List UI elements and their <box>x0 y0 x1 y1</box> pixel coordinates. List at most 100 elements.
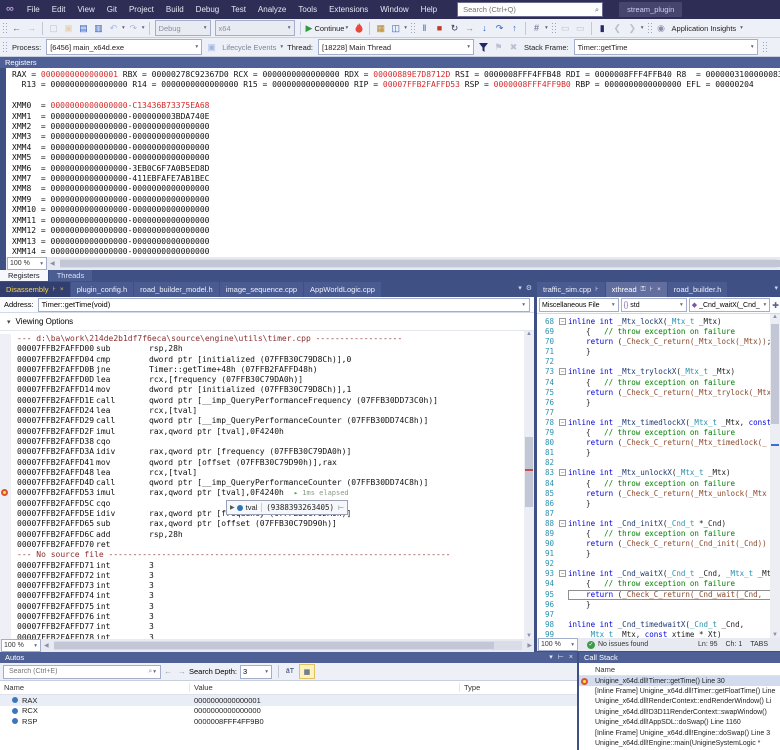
breakpoint-margin[interactable] <box>0 570 11 582</box>
breakpoint-window-icon[interactable]: ▦ <box>374 21 387 36</box>
disassembly-line[interactable]: 00007FFB2FAFFD00 sub rsp,28h <box>0 344 534 355</box>
code-line-87[interactable]: 87 <box>537 509 780 519</box>
collapse-icon[interactable]: − <box>559 368 566 376</box>
disassembly-line[interactable]: 00007FFB2FAFFD78 int 3 <box>0 632 534 639</box>
toolbar-grip[interactable] <box>550 22 556 34</box>
call-stack-header[interactable]: Name <box>579 663 780 676</box>
fold-margin[interactable] <box>557 378 568 388</box>
breakpoint-margin[interactable] <box>0 601 11 613</box>
disassembly-hscrollbar[interactable] <box>53 641 523 650</box>
code-line-93[interactable]: 93− inline int _Cnd_waitX(_Cnd_t _Cnd, _M… <box>537 569 780 579</box>
solution-config-dropdown[interactable]: Debug ▾ <box>154 20 211 36</box>
search-forward-icon[interactable]: → <box>178 667 186 676</box>
branch-indicator[interactable]: stream_plugin <box>619 2 683 17</box>
breakpoint-margin[interactable] <box>0 467 11 479</box>
breakpoint-margin[interactable] <box>0 375 11 386</box>
editor-vscrollbar[interactable]: ▲ ▼ <box>770 314 780 638</box>
perftip-label[interactable]: ▸ 1ms elapsed <box>294 488 349 498</box>
split-window-icon[interactable]: ✚ <box>772 301 779 310</box>
menu-item-window[interactable]: Window <box>374 0 414 19</box>
breakpoint-margin[interactable] <box>0 581 11 592</box>
breakpoint-margin[interactable] <box>0 426 11 437</box>
breakpoint-margin[interactable] <box>0 612 11 623</box>
stop-debugging-icon[interactable]: ■ <box>433 21 446 36</box>
disassembly-line[interactable]: --- d:\ba\work\214de2b1df7f6eca\source\e… <box>0 334 534 345</box>
fold-margin[interactable] <box>557 509 568 519</box>
autos-row-rsp[interactable]: RSP 0000008FFF4FF9B0 <box>0 716 577 727</box>
disassembly-line[interactable]: 00007FFB2FAFFD4D call qword ptr [__imp_Que… <box>0 478 534 489</box>
breakpoint-margin[interactable] <box>0 539 11 551</box>
menu-item-analyze[interactable]: Analyze <box>252 0 292 19</box>
disassembly-line[interactable]: 00007FFB2FAFFD53 imul rax,qword ptr [tval]… <box>0 488 534 499</box>
fold-margin[interactable]: − <box>557 367 568 377</box>
scroll-down-icon[interactable]: ▼ <box>770 632 780 638</box>
code-line-90[interactable]: 90 return (_Check_C_return(_Cnd_init(_Cn… <box>537 539 780 549</box>
process-dropdown[interactable]: [6456] main_x64d.exe ▾ <box>46 39 203 55</box>
autos-row-rcx[interactable]: RCX 0000000000000000 <box>0 706 577 717</box>
fold-margin[interactable]: − <box>557 418 568 428</box>
call-stack-frame-3[interactable]: Unigine_x64d.dll!D3D11RenderContext::swa… <box>579 707 780 717</box>
disassembly-code[interactable]: ▶ tval (9388393263405) ⊢ ▲ ▼ --- d:\ba\w… <box>0 331 534 639</box>
fold-margin[interactable] <box>557 388 568 398</box>
toolbar-grip[interactable] <box>410 22 416 34</box>
collapse-icon[interactable]: − <box>559 519 566 527</box>
collapse-icon[interactable]: − <box>559 418 566 426</box>
disassembly-line[interactable]: 00007FFB2FAFFD38 cqo <box>0 436 534 448</box>
code-line-92[interactable]: 92 <box>537 559 780 569</box>
fold-margin[interactable] <box>557 479 568 489</box>
dropdown-arrow-icon[interactable]: ▾ <box>280 44 283 50</box>
menu-item-file[interactable]: File <box>21 0 46 19</box>
breakpoint-margin[interactable] <box>0 632 11 639</box>
fold-margin[interactable]: − <box>557 519 568 529</box>
step-out-icon[interactable]: ↑ <box>508 21 521 36</box>
code-line-80[interactable]: 80 return (_Check_C_return(_Mtx_timedloc… <box>537 438 780 448</box>
pin-icon[interactable]: ⊦ <box>595 282 598 297</box>
code-line-71[interactable]: 71 } <box>537 347 780 357</box>
expander-icon[interactable]: ▶ <box>230 504 235 511</box>
breakpoint-margin[interactable] <box>0 436 11 448</box>
fold-margin[interactable] <box>557 539 568 549</box>
navigate-back-icon[interactable]: ← <box>10 21 23 36</box>
fold-margin[interactable]: − <box>557 317 568 327</box>
disassembly-line[interactable]: 00007FFB2FAFFD04 cmp dword ptr [initialize… <box>0 354 534 365</box>
fold-margin[interactable] <box>557 458 568 468</box>
address-combo[interactable]: Timer::getTime(void) ▾ <box>37 297 530 312</box>
disassembly-line[interactable]: 00007FFB2FAFFD75 int 3 <box>0 601 534 613</box>
registers-content[interactable]: RAX = 0000000000000001 RBX = 00000278C92… <box>6 68 780 259</box>
code-line-70[interactable]: 70 return (_Check_C_return(_Mtx_lock(_Mt… <box>537 337 780 347</box>
dropdown-arrow-icon[interactable]: ▾ <box>641 25 644 31</box>
pin-icon[interactable]: ⊦ <box>650 282 653 297</box>
breakpoint-margin[interactable] <box>0 509 11 520</box>
autos-search-input[interactable] <box>7 667 149 676</box>
menu-item-test[interactable]: Test <box>225 0 252 19</box>
bookmark-icon[interactable]: ▮ <box>596 21 609 36</box>
disassembly-line[interactable]: 00007FFB2FAFFD29 call qword ptr [__imp_Que… <box>0 416 534 427</box>
code-line-76[interactable]: 76 } <box>537 398 780 408</box>
disassembly-line[interactable]: 00007FFB2FAFFD24 lea rcx,[tval] <box>0 406 534 417</box>
code-line-96[interactable]: 96 } <box>537 600 780 610</box>
tab-road-builder-h[interactable]: road_builder.h <box>667 282 728 297</box>
fold-margin[interactable] <box>557 529 568 539</box>
dropdown-arrow-icon[interactable]: ▾ <box>404 25 407 31</box>
toolbar-grip[interactable] <box>761 41 767 53</box>
collapse-icon[interactable]: − <box>559 570 566 578</box>
fold-margin[interactable] <box>557 448 568 458</box>
code-line-68[interactable]: 68− inline int _Mtx_lockX(_Mtx_t _Mtx) <box>537 317 780 327</box>
disassembly-line[interactable]: 00007FFB2FAFFD0D lea rcx,[frequency (07FFB… <box>0 375 534 386</box>
tool-tab-registers[interactable]: Registers <box>0 270 48 281</box>
code-line-83[interactable]: 83− inline int _Mtx_unlockX(_Mtx_t _Mtx) <box>537 468 780 478</box>
hot-reload-icon[interactable] <box>352 21 365 36</box>
call-stack-frame-2[interactable]: Unigine_x64d.dll!RenderContext::endRende… <box>579 697 780 707</box>
code-line-84[interactable]: 84 { // throw exception on failure <box>537 479 780 489</box>
fold-margin[interactable] <box>557 620 568 630</box>
disassembly-line[interactable]: 00007FFB2FAFFD72 int 3 <box>0 570 534 582</box>
breakpoint-margin[interactable] <box>0 498 11 510</box>
fold-margin[interactable] <box>557 337 568 347</box>
tab-disassembly[interactable]: Disassembly ⊦ × <box>0 282 70 297</box>
breakpoint-margin[interactable] <box>0 416 11 427</box>
fold-margin[interactable] <box>557 408 568 418</box>
scroll-down-icon[interactable]: ▼ <box>524 633 534 639</box>
tab-appworldlogic-cpp[interactable]: AppWorldLogic.cpp <box>304 282 381 297</box>
step-into-icon[interactable]: ↓ <box>478 21 491 36</box>
collapse-icon[interactable]: − <box>559 318 566 325</box>
